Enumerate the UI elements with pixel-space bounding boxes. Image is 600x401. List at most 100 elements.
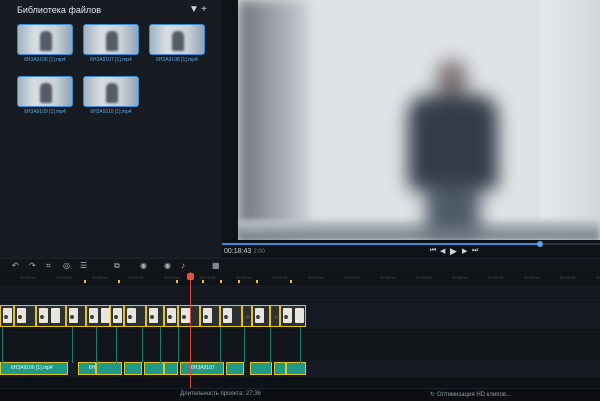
crop-icon[interactable]: ⌗ [46, 261, 51, 271]
copy-icon[interactable]: ⧉ [114, 261, 120, 271]
play-icon[interactable]: ▶ [450, 246, 457, 257]
skip-end-icon[interactable]: ⏭ [472, 247, 478, 255]
library-file[interactable]: 6H3A9109 [1].mp4 [17, 76, 73, 118]
player-controls-bar: 00:18:43 2:00 ⏮ ◀ ▶ ▶ ⏭ [222, 240, 600, 258]
clip-link-line [160, 327, 161, 363]
ruler-tick-label: 00:03:00 [56, 275, 72, 280]
seek-handle[interactable] [536, 241, 543, 247]
timeline-marker[interactable] [84, 280, 86, 283]
filter-icon[interactable]: ▼ [189, 4, 199, 15]
file-name: 6H3A9109 [1].mp4 [24, 109, 66, 115]
audio-clip[interactable] [250, 362, 272, 375]
project-duration: Длительность проекта: 27:36 [180, 391, 261, 397]
prev-frame-icon[interactable]: ◀ [440, 247, 445, 255]
video-clip[interactable] [36, 305, 66, 327]
audio-clip[interactable]: 6H3A9106 [1].mp4 [0, 362, 68, 375]
video-clip[interactable] [280, 305, 306, 327]
video-clip[interactable] [124, 305, 146, 327]
list-icon[interactable]: ☰ [80, 261, 87, 270]
left-side-strip [0, 0, 9, 258]
library-file[interactable]: 6H3A9106 [1].mp4 [17, 24, 73, 66]
audio-clip[interactable]: 6H [78, 362, 96, 375]
audio-clip[interactable] [144, 362, 164, 375]
ruler-tick-label: 00:24:00 [308, 275, 324, 280]
timeline-marker[interactable] [202, 280, 204, 283]
audio-clip[interactable] [286, 362, 306, 375]
clip-link-line [96, 327, 97, 363]
timeline-marker[interactable] [118, 280, 120, 283]
optimization-status: ↻ Оптимизация HD клипов... [430, 392, 511, 398]
clip-link-line [2, 327, 3, 363]
microphone-icon[interactable]: ♪ [181, 261, 185, 270]
playhead[interactable] [190, 272, 191, 388]
seek-progress [222, 243, 540, 245]
ruler-tick-label: 00:30:00 [380, 275, 396, 280]
ruler-tick-label: 00:48:00 [596, 275, 600, 280]
file-name: 6H3A9106 [1].mp4 [24, 57, 66, 63]
library-file[interactable]: 6H3A9107 [1].mp4 [83, 24, 139, 66]
timeline-ruler[interactable]: 00:00:00 00:03:00 00:06:00 00:09:00 00:12:00… [0, 272, 600, 284]
library-file[interactable]: 6H3A9110 [1].mp4 [83, 76, 139, 118]
timeline-marker[interactable] [238, 280, 240, 283]
track-empty [0, 285, 600, 302]
clip-link-line [72, 327, 73, 363]
video-clip[interactable] [146, 305, 164, 327]
audio-clip[interactable] [164, 362, 178, 375]
audio-clip[interactable]: 6H3A9107 [180, 362, 224, 375]
audio-clip[interactable] [274, 362, 286, 375]
marker-icon[interactable]: ◉ [140, 261, 147, 270]
ruler-tick-label: 00:09:00 [128, 275, 144, 280]
next-frame-icon[interactable]: ▶ [462, 247, 467, 255]
video-clip[interactable] [242, 305, 252, 327]
timeline-marker[interactable] [176, 280, 178, 283]
clip-link-line [220, 327, 221, 363]
playhead-handle[interactable] [187, 273, 194, 280]
file-thumbnail [83, 76, 139, 107]
file-name: 6H3A9107 [1].mp4 [90, 57, 132, 63]
ruler-tick-label: 00:33:00 [416, 275, 432, 280]
video-clip[interactable] [110, 305, 124, 327]
video-preview[interactable] [238, 0, 600, 240]
audio-clip[interactable] [124, 362, 142, 375]
undo-icon[interactable]: ↶ [12, 261, 19, 270]
video-clip[interactable] [200, 305, 220, 327]
library-title: Библиотека файлов [17, 5, 102, 15]
clip-link-line [116, 327, 117, 363]
location-icon[interactable]: ◉ [164, 261, 171, 270]
panel-divider[interactable] [222, 0, 238, 258]
ruler-tick-label: 00:27:00 [344, 275, 360, 280]
ruler-tick-label: 00:42:00 [524, 275, 540, 280]
clip-link-line [270, 327, 271, 363]
audio-clip[interactable] [226, 362, 244, 375]
file-name: 6H3A9108 [1].mp4 [156, 57, 198, 63]
video-clip[interactable] [220, 305, 242, 327]
grid-icon[interactable]: ▦ [212, 261, 220, 270]
file-library-panel: Библиотека файлов ▼ + 6H3A9106 [1].mp4 6… [9, 0, 222, 258]
video-clip[interactable] [178, 305, 200, 327]
audio-clip[interactable] [96, 362, 122, 375]
ruler-tick-label: 00:00:00 [20, 275, 36, 280]
library-file[interactable]: 6H3A9108 [1].mp4 [149, 24, 205, 66]
redo-icon[interactable]: ↷ [29, 261, 36, 270]
timeline-marker[interactable] [256, 280, 258, 283]
video-clip[interactable] [86, 305, 110, 327]
clip-link-line [178, 327, 179, 363]
file-name: 6H3A9110 [1].mp4 [90, 109, 132, 115]
video-clip[interactable] [66, 305, 86, 327]
clip-duration: 2:00 [253, 249, 265, 255]
spinner-icon: ↻ [430, 392, 436, 398]
video-clip[interactable] [270, 305, 280, 327]
timeline-marker[interactable] [220, 280, 222, 283]
seek-bar[interactable] [222, 241, 600, 247]
color-adjust-icon[interactable]: ◎ [63, 261, 70, 270]
ruler-tick-label: 00:21:00 [272, 275, 288, 280]
video-clip[interactable] [14, 305, 36, 327]
video-clip[interactable] [164, 305, 178, 327]
video-clip[interactable] [0, 305, 14, 327]
add-file-icon[interactable]: + [201, 4, 207, 15]
ruler-tick-label: 00:06:00 [92, 275, 108, 280]
ruler-tick-label: 00:39:00 [488, 275, 504, 280]
skip-start-icon[interactable]: ⏮ [430, 247, 436, 255]
video-clip[interactable] [252, 305, 270, 327]
timeline-marker[interactable] [290, 280, 292, 283]
